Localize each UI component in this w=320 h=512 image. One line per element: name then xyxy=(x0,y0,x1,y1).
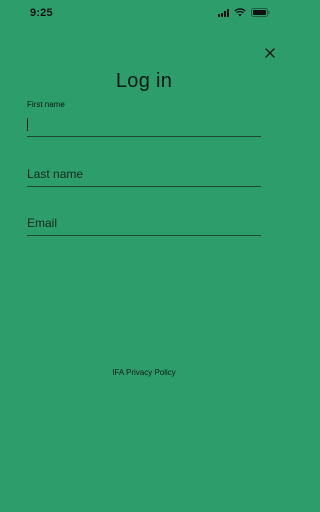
signal-icon xyxy=(218,8,229,17)
first-name-underline xyxy=(27,136,261,137)
battery-icon xyxy=(251,8,270,17)
close-button[interactable] xyxy=(262,45,278,61)
privacy-policy-link[interactable]: IFA Privacy Policy xyxy=(0,368,288,377)
status-time: 9:25 xyxy=(30,7,53,19)
status-bar: 9:25 xyxy=(0,0,288,26)
page-title: Log in xyxy=(115,70,173,92)
status-icons xyxy=(218,8,270,17)
email-field[interactable]: Email xyxy=(27,209,265,237)
email-input[interactable] xyxy=(27,213,265,235)
wifi-icon xyxy=(234,8,246,17)
last-name-field[interactable]: Last name xyxy=(27,160,265,188)
last-name-underline xyxy=(27,186,261,187)
login-screen: 9:25 Log in First name Last name Email I… xyxy=(0,0,288,512)
first-name-field[interactable]: First name xyxy=(27,100,265,138)
first-name-input[interactable] xyxy=(27,115,265,137)
first-name-label: First name xyxy=(27,100,65,109)
email-underline xyxy=(27,235,261,236)
last-name-input[interactable] xyxy=(27,164,265,186)
close-icon xyxy=(265,48,275,58)
